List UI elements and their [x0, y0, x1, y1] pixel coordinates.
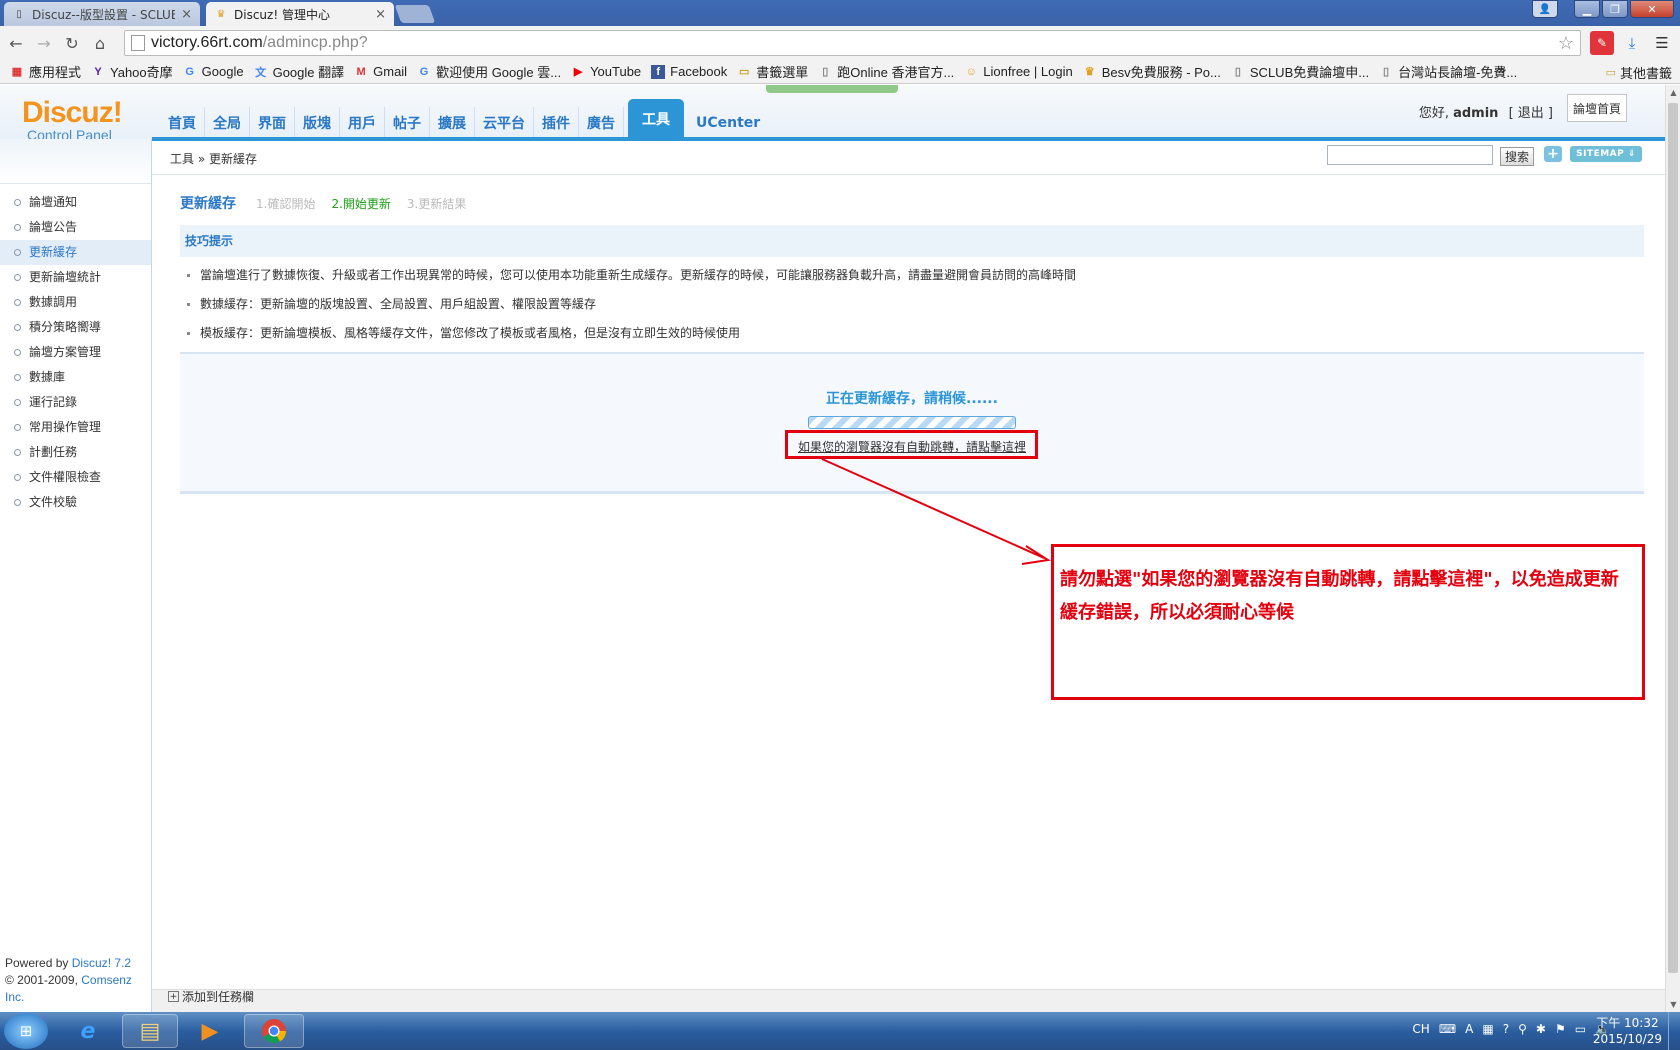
chrome-logo-icon	[262, 1019, 286, 1044]
plus-icon: +	[168, 991, 179, 1002]
clock[interactable]: 下午 10:32 2015/10/29	[1593, 1015, 1662, 1047]
ime-icon[interactable]: ⌨	[1439, 1022, 1456, 1036]
chrome-icon[interactable]	[244, 1014, 304, 1048]
annotation-arrow	[821, 458, 1051, 565]
media-player-icon[interactable]: ▶	[182, 1014, 238, 1048]
start-button[interactable]: ⊞	[4, 1013, 48, 1049]
system-tray: CH ⌨ A ▦ ? ⚲ ✱ ⚑ ▭ 🔈	[1403, 1022, 1610, 1036]
flag-icon[interactable]: ⚑	[1555, 1022, 1566, 1036]
bug-icon[interactable]: ✱	[1536, 1022, 1546, 1036]
clock-date: 2015/10/29	[1592, 1032, 1662, 1046]
ie-icon[interactable]: e	[60, 1014, 116, 1048]
language-indicator[interactable]: CH	[1412, 1022, 1429, 1036]
font-icon[interactable]: A	[1465, 1022, 1473, 1036]
explorer-icon[interactable]: ▤	[122, 1014, 178, 1048]
network-icon[interactable]: ▭	[1575, 1022, 1586, 1036]
annotation-note: 請勿點選"如果您的瀏覽器沒有自動跳轉，請點擊這裡"，以免造成更新緩存錯誤，所以必…	[1051, 544, 1645, 700]
windows-taskbar: ⊞ e ▤ ▶ CH ⌨ A ▦ ? ⚲ ✱ ⚑ ▭ 🔈 下午 10:32 20…	[0, 1012, 1680, 1050]
show-desktop-button[interactable]	[1668, 1012, 1680, 1050]
add-to-taskbar[interactable]: + 添加到任務欄	[168, 988, 254, 1005]
pin-icon[interactable]: ⚲	[1518, 1022, 1527, 1036]
desktop-window: ▯ Discuz--版型設置 - SCLUB × ♛ Discuz! 管理中心 …	[0, 0, 1680, 1050]
add-task-label: 添加到任務欄	[182, 990, 255, 1004]
keyboard-icon[interactable]: ▦	[1482, 1022, 1493, 1036]
help-icon[interactable]: ?	[1503, 1022, 1509, 1036]
clock-time: 下午 10:32	[1596, 1016, 1659, 1030]
